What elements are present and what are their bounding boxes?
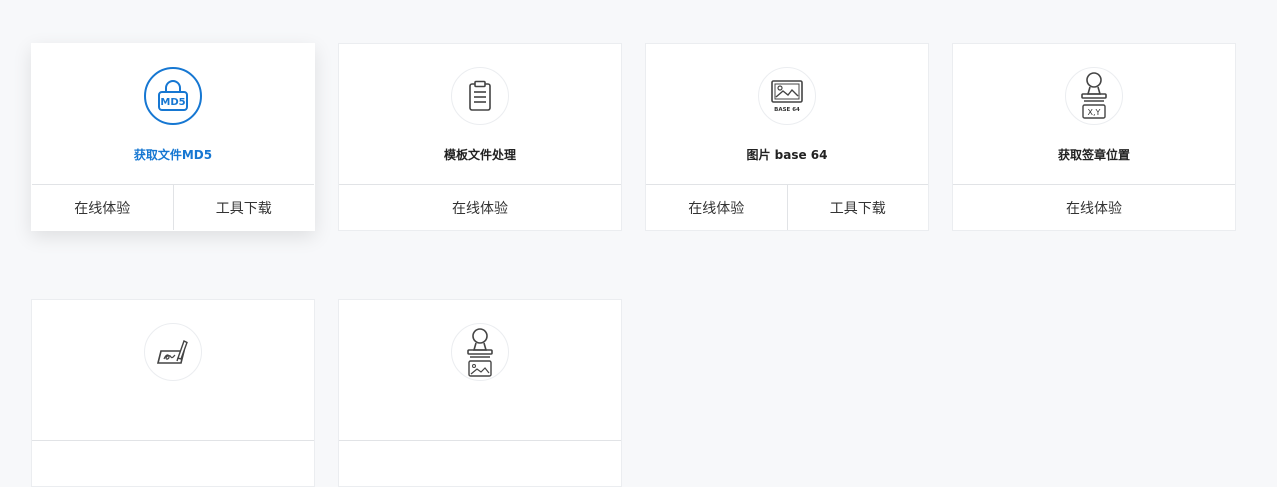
stamp-coordinates-icon: X,Y — [1065, 67, 1123, 125]
tool-card-image-base64[interactable]: BASE 64 图片 base 64 在线体验 工具下载 — [645, 43, 929, 231]
card-header[interactable]: X,Y 获取签章位置 — [953, 44, 1235, 185]
tool-card-template[interactable]: 模板文件处理 在线体验 — [338, 43, 622, 231]
md5-icon-label: MD5 — [160, 97, 185, 108]
clipboard-icon — [451, 67, 509, 125]
xy-icon-label: X,Y — [1088, 108, 1101, 117]
card-actions: 在线体验 — [339, 185, 621, 230]
tool-card-signature[interactable] — [31, 299, 315, 487]
tool-card-grid: MD5 获取文件MD5 在线体验 工具下载 模板文件处理 在线体验 BASE 6… — [31, 43, 1236, 487]
card-header[interactable]: 模板文件处理 — [339, 44, 621, 185]
tool-card-md5[interactable]: MD5 获取文件MD5 在线体验 工具下载 — [31, 43, 315, 231]
image-base64-icon: BASE 64 — [758, 67, 816, 125]
stamp-image-icon — [451, 323, 509, 381]
card-title: 模板文件处理 — [443, 148, 516, 162]
card-title: 获取签章位置 — [1057, 148, 1130, 162]
online-try-button[interactable]: 在线体验 — [953, 185, 1235, 230]
card-header[interactable] — [339, 300, 621, 441]
tool-card-stamp-image[interactable] — [338, 299, 622, 487]
signature-pen-icon — [144, 323, 202, 381]
card-actions: 在线体验 工具下载 — [32, 185, 314, 230]
base64-icon-label: BASE 64 — [774, 107, 800, 113]
card-header[interactable] — [32, 300, 314, 441]
md5-lock-icon: MD5 — [144, 67, 202, 125]
card-actions: 在线体验 工具下载 — [646, 185, 928, 230]
online-try-button[interactable]: 在线体验 — [646, 185, 787, 230]
online-try-button[interactable]: 在线体验 — [339, 185, 621, 230]
tool-download-button[interactable]: 工具下载 — [786, 185, 929, 230]
tool-download-button[interactable]: 工具下载 — [172, 185, 315, 230]
card-title: 图片 base 64 — [746, 148, 828, 162]
card-actions — [32, 441, 314, 486]
card-title: 获取文件MD5 — [133, 148, 213, 162]
card-header[interactable]: MD5 获取文件MD5 — [32, 44, 314, 185]
card-actions: 在线体验 — [953, 185, 1235, 230]
card-actions — [339, 441, 621, 486]
tool-card-stamp-position[interactable]: X,Y 获取签章位置 在线体验 — [952, 43, 1236, 231]
online-try-button[interactable]: 在线体验 — [32, 185, 173, 230]
card-header[interactable]: BASE 64 图片 base 64 — [646, 44, 928, 185]
